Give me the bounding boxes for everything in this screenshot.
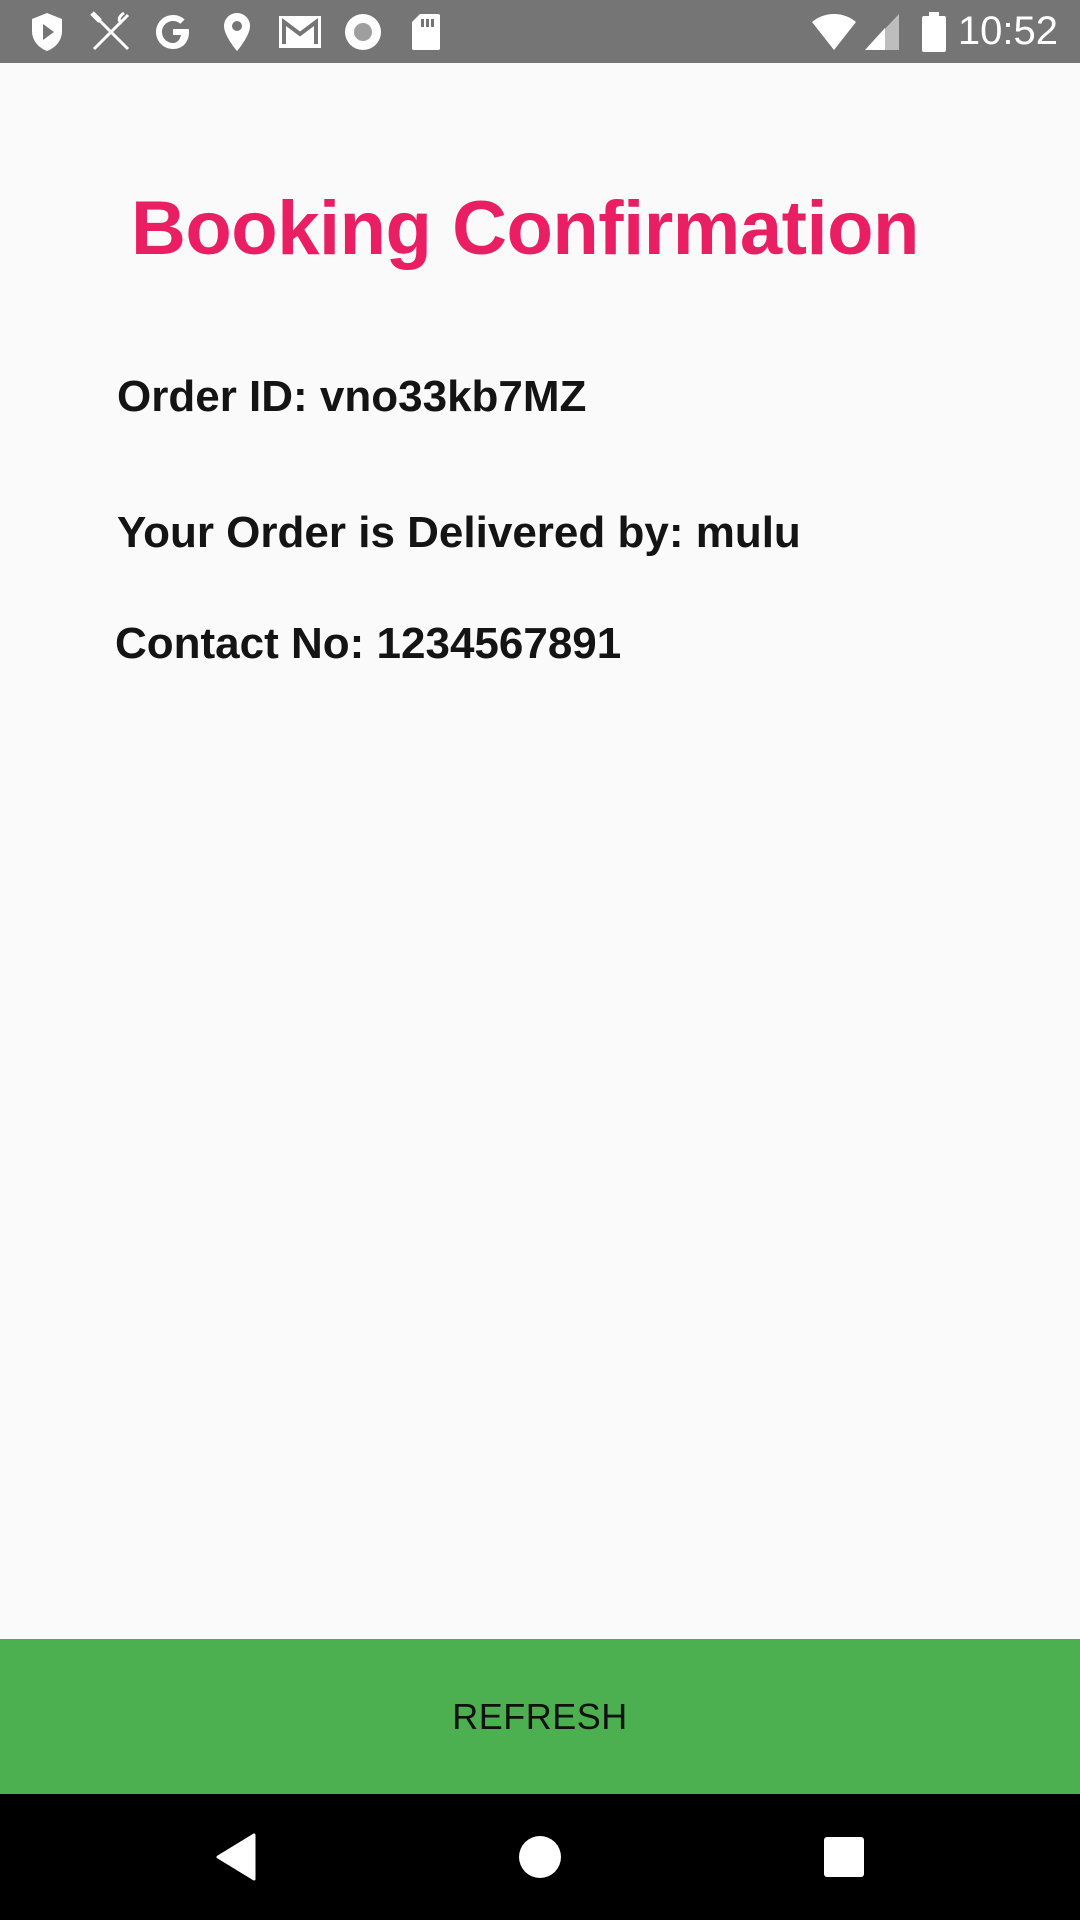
cell-signal-icon [862,0,902,63]
status-bar: 10:52 [0,0,1080,63]
order-id-text: Order ID: vno33kb7MZ [117,372,587,421]
recents-icon[interactable] [774,1794,914,1920]
shield-play-icon [26,0,68,63]
back-icon[interactable] [166,1794,306,1920]
delivered-by-text: Your Order is Delivered by: mulu [117,508,801,557]
sd-card-icon [408,0,444,63]
gmail-icon [276,0,324,63]
home-icon[interactable] [470,1794,610,1920]
page-title: Booking Confirmation [131,186,919,271]
battery-icon [920,0,948,63]
status-time: 10:52 [957,9,1058,53]
refresh-button-label: REFRESH [452,1695,628,1737]
refresh-button[interactable]: REFRESH [0,1639,1080,1794]
location-pin-icon [220,0,254,63]
record-icon [342,0,384,63]
google-icon [150,0,196,63]
wifi-icon [810,0,858,63]
navigation-bar [0,1794,1080,1920]
contact-number-text: Contact No: 1234567891 [115,619,622,668]
restaurant-icon [86,0,136,63]
